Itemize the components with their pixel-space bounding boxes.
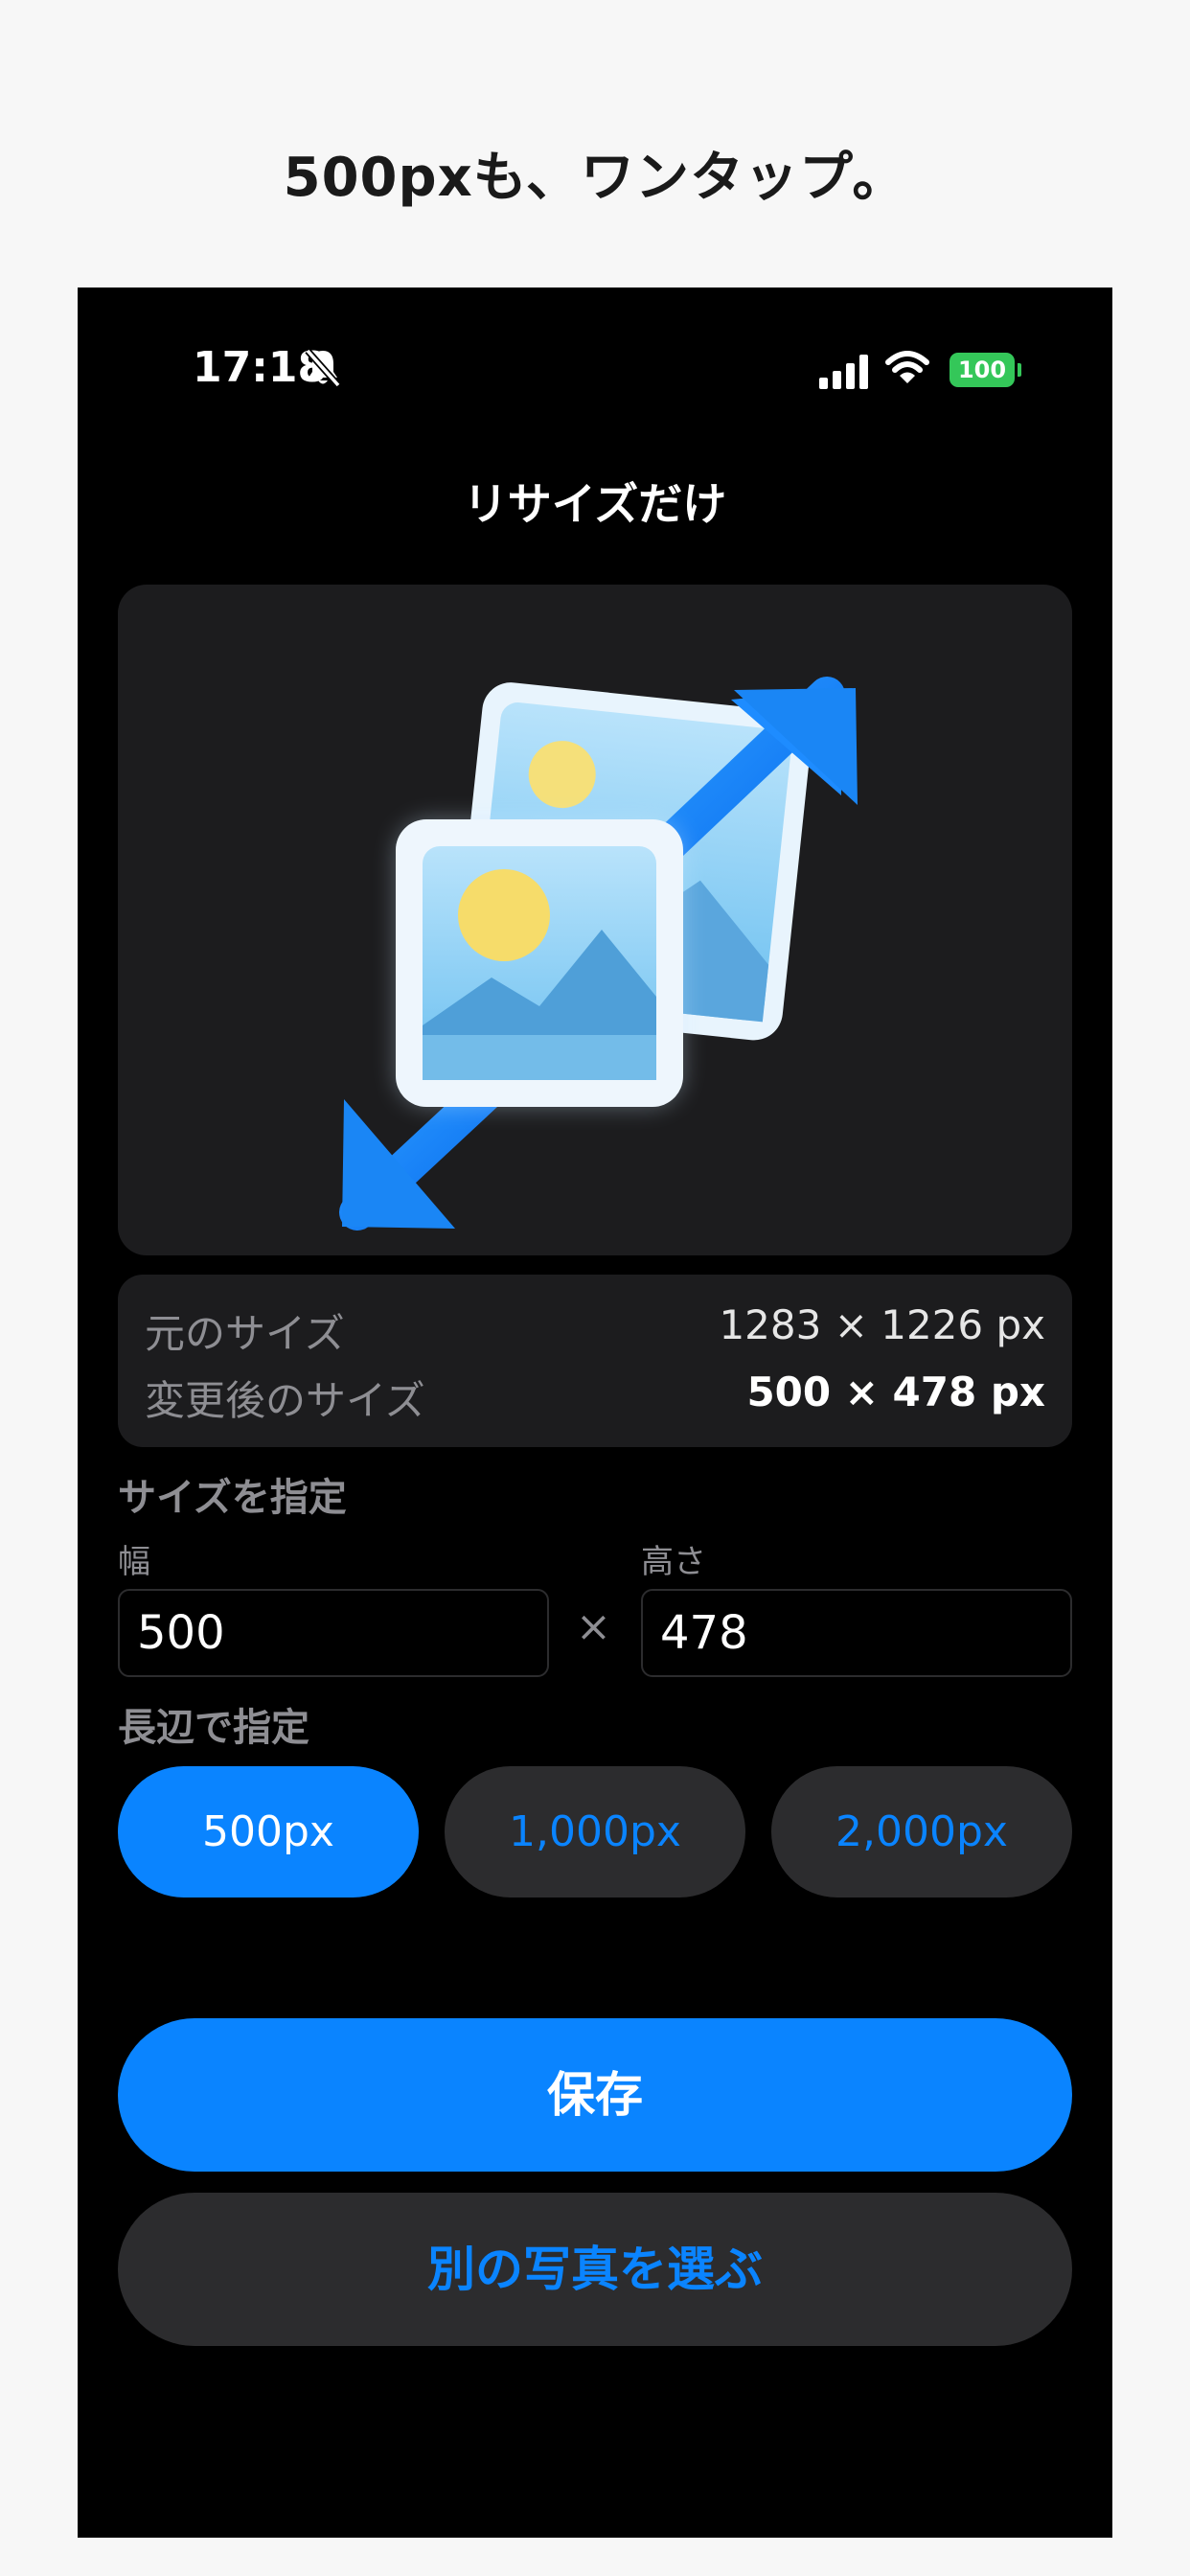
- status-bar: 17:18 100: [78, 288, 1112, 460]
- width-label: 幅: [118, 1543, 150, 1581]
- original-size-label: 元のサイズ: [145, 1310, 345, 1357]
- wifi-icon: [885, 351, 929, 383]
- phone-screen: 17:18 100 リサイズだけ 元のサイズ 1283 × 1226 px 変更…: [78, 288, 1112, 2538]
- headline: 500pxも、ワンタップ。: [283, 147, 907, 209]
- bell-slash-icon: [305, 348, 341, 388]
- preview-card: [118, 585, 1072, 1255]
- times-sign: ×: [576, 1602, 611, 1651]
- nav-title: リサイズだけ: [463, 478, 727, 530]
- original-size-value: 1283 × 1226 px: [719, 1301, 1045, 1348]
- battery-cap: [1018, 363, 1021, 377]
- resized-size-value: 500 × 478 px: [746, 1368, 1045, 1415]
- cellular-signal-icon: [819, 355, 868, 389]
- size-info-card: 元のサイズ 1283 × 1226 px 変更後のサイズ 500 × 478 p…: [118, 1275, 1072, 1447]
- choose-another-photo-button[interactable]: 別の写真を選ぶ: [118, 2193, 1072, 2346]
- long-edge-section-title: 長辺で指定: [118, 1706, 309, 1750]
- original-size-row: 元のサイズ 1283 × 1226 px: [145, 1301, 1045, 1359]
- width-input[interactable]: 500: [118, 1589, 549, 1677]
- save-button[interactable]: 保存: [118, 2018, 1072, 2172]
- battery-indicator: 100: [950, 353, 1015, 387]
- height-input[interactable]: 478: [641, 1589, 1072, 1677]
- size-section-title: サイズを指定: [118, 1476, 347, 1520]
- resized-size-row: 変更後のサイズ 500 × 478 px: [145, 1368, 1045, 1426]
- long-edge-2000-button[interactable]: 2,000px: [771, 1766, 1072, 1898]
- long-edge-500-button[interactable]: 500px: [118, 1766, 419, 1898]
- image-resize-icon: [339, 677, 858, 1230]
- long-edge-1000-button[interactable]: 1,000px: [445, 1766, 745, 1898]
- height-label: 高さ: [641, 1543, 706, 1581]
- resized-size-label: 変更後のサイズ: [145, 1377, 425, 1424]
